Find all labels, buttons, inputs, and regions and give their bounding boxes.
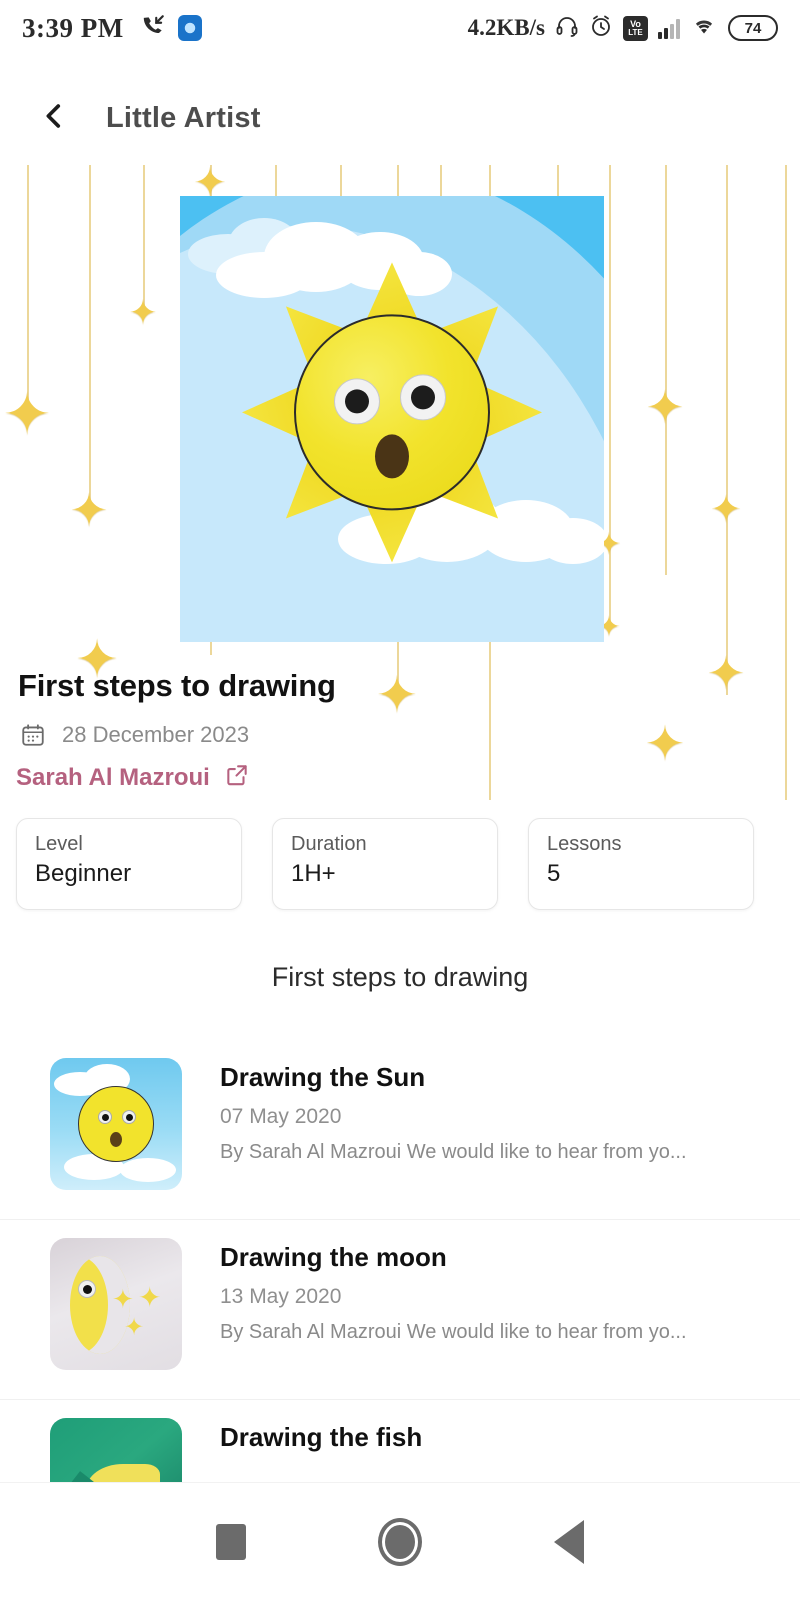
lesson-title: Drawing the Sun xyxy=(220,1062,426,1092)
status-bar-right-icons: 4.2KB/s Vo LTE 74 xyxy=(468,14,778,43)
chevron-left-icon xyxy=(37,99,71,138)
list-item[interactable]: ✦ ✦ ✦ Drawing the moon 13 May 2020 By Sa… xyxy=(0,1220,800,1400)
course-author-name[interactable]: Sarah Al Mazroui xyxy=(16,764,210,792)
star-string xyxy=(785,165,787,800)
star-icon: ✦ xyxy=(644,718,686,771)
app-screen: 3:39 PM 4.2KB/s Vo LTE 74 Little Artist … xyxy=(0,0,800,1600)
star-icon: ✦ xyxy=(69,484,109,536)
android-navigation-bar xyxy=(0,1482,800,1600)
lessons-section-heading: First steps to drawing xyxy=(271,962,529,992)
star-string xyxy=(27,165,29,415)
info-card-label: Level xyxy=(35,833,83,855)
sun-eye-right xyxy=(400,374,446,421)
status-bar-clock: 3:39 PM xyxy=(22,12,124,43)
info-card-label: Lessons xyxy=(547,833,622,855)
battery-icon: 74 xyxy=(728,15,778,41)
star-string xyxy=(89,165,91,510)
lesson-description: By Sarah Al Mazroui We would like to hea… xyxy=(220,1321,687,1343)
info-card-value: 1H+ xyxy=(291,860,336,887)
star-icon: ✦ xyxy=(706,647,746,699)
info-card-level: Level Beginner xyxy=(16,818,242,910)
app-header: Little Artist xyxy=(0,80,800,156)
course-date-row: 28 December 2023 xyxy=(20,722,249,748)
info-card-label: Duration xyxy=(291,833,367,855)
page-title: Little Artist xyxy=(106,101,261,134)
lesson-title: Drawing the fish xyxy=(220,1422,423,1452)
course-title: First steps to drawing xyxy=(18,668,336,703)
lesson-description: By Sarah Al Mazroui We would like to hea… xyxy=(220,1141,687,1163)
star-string xyxy=(609,165,611,625)
lesson-date: 07 May 2020 xyxy=(220,1105,342,1128)
alarm-icon xyxy=(589,14,613,43)
course-author-row[interactable]: Sarah Al Mazroui xyxy=(16,762,250,793)
lesson-title: Drawing the moon xyxy=(220,1242,447,1272)
sun-craft-illustration xyxy=(227,247,557,577)
star-icon: ✦ xyxy=(128,294,158,332)
info-card-duration: Duration 1H+ xyxy=(272,818,498,910)
headphone-icon xyxy=(555,14,579,43)
recents-button[interactable] xyxy=(216,1523,246,1560)
list-item[interactable]: Drawing the Sun 07 May 2020 By Sarah Al … xyxy=(0,1040,800,1220)
star-icon: ✦ xyxy=(376,667,418,723)
lesson-thumbnail-moon: ✦ ✦ ✦ xyxy=(50,1238,182,1370)
lesson-content: Drawing the moon 13 May 2020 By Sarah Al… xyxy=(220,1236,687,1344)
lesson-content: Drawing the fish xyxy=(220,1416,422,1465)
sun-eye-left xyxy=(334,378,380,425)
star-string xyxy=(143,165,145,313)
lesson-date: 13 May 2020 xyxy=(220,1285,342,1308)
network-speed-label: 4.2KB/s xyxy=(467,15,545,40)
star-icon: ✦ xyxy=(645,381,685,433)
volte-bottom-label: LTE xyxy=(628,27,643,37)
missed-call-icon xyxy=(140,13,166,44)
calendar-icon xyxy=(20,722,46,748)
app-icon xyxy=(177,15,202,41)
signal-icon xyxy=(658,17,680,39)
info-card-value: 5 xyxy=(547,860,561,887)
info-card-lessons: Lessons 5 xyxy=(528,818,754,910)
star-icon: ✦ xyxy=(2,382,52,447)
course-hero-image xyxy=(180,196,604,642)
home-button[interactable] xyxy=(378,1517,422,1566)
status-bar: 3:39 PM 4.2KB/s Vo LTE 74 xyxy=(0,0,800,56)
star-string xyxy=(726,165,728,695)
battery-level-label: 74 xyxy=(744,19,762,37)
back-button[interactable] xyxy=(30,94,78,142)
lesson-content: Drawing the Sun 07 May 2020 By Sarah Al … xyxy=(220,1056,687,1164)
star-string xyxy=(665,165,667,575)
status-bar-left-icons xyxy=(140,13,202,44)
lesson-thumbnail-sun xyxy=(50,1058,182,1190)
sun-mouth xyxy=(375,434,409,479)
volte-icon: Vo LTE xyxy=(623,15,648,41)
external-link-icon[interactable] xyxy=(224,762,250,793)
star-icon: ✦ xyxy=(710,489,742,531)
info-card-value: Beginner xyxy=(35,860,132,887)
course-date: 28 December 2023 xyxy=(62,722,250,747)
course-info-cards: Level Beginner Duration 1H+ Lessons 5 xyxy=(16,818,784,910)
sun-face xyxy=(294,314,490,511)
back-button-nav[interactable] xyxy=(554,1519,584,1564)
wifi-icon xyxy=(690,14,718,43)
